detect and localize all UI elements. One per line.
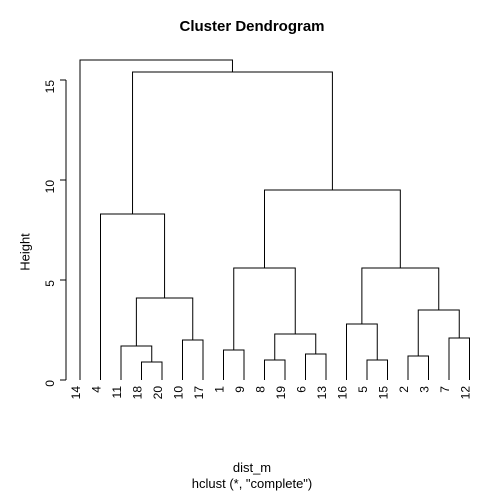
leaf-label-17: 17 [192, 386, 206, 400]
leaf-label-11: 11 [110, 386, 124, 399]
leaf-label-14: 14 [69, 386, 83, 400]
leaf-label-15: 15 [377, 386, 391, 400]
leaf-label-3: 3 [418, 386, 432, 393]
leaf-label-1: 1 [213, 386, 227, 393]
leaf-label-5: 5 [356, 386, 370, 393]
leaf-label-9: 9 [233, 386, 247, 393]
leaf-label-18: 18 [131, 386, 145, 400]
y-tick-label-15: 15 [43, 80, 57, 94]
leaf-label-19: 19 [274, 386, 288, 400]
leaf-label-10: 10 [172, 386, 186, 400]
leaf-label-8: 8 [254, 386, 268, 393]
y-tick-label-10: 10 [43, 180, 57, 194]
leaf-label-2: 2 [397, 386, 411, 393]
leaf-label-13: 13 [315, 386, 329, 400]
y-tick-label-0: 0 [43, 380, 57, 387]
leaf-labels: 14 4 11 18 20 10 17 1 9 8 19 6 13 16 5 1… [69, 386, 473, 400]
dendrogram-chart: 0 5 10 15 [0, 0, 504, 504]
leaf-label-20: 20 [151, 386, 165, 400]
leaf-label-16: 16 [336, 386, 350, 400]
leaf-label-7: 7 [438, 386, 452, 393]
leaf-label-4: 4 [90, 386, 104, 393]
leaf-label-12: 12 [459, 386, 473, 400]
y-tick-label-5: 5 [43, 280, 57, 287]
leaf-label-6: 6 [295, 386, 309, 393]
y-axis [60, 80, 66, 380]
dendrogram-lines [80, 60, 470, 380]
